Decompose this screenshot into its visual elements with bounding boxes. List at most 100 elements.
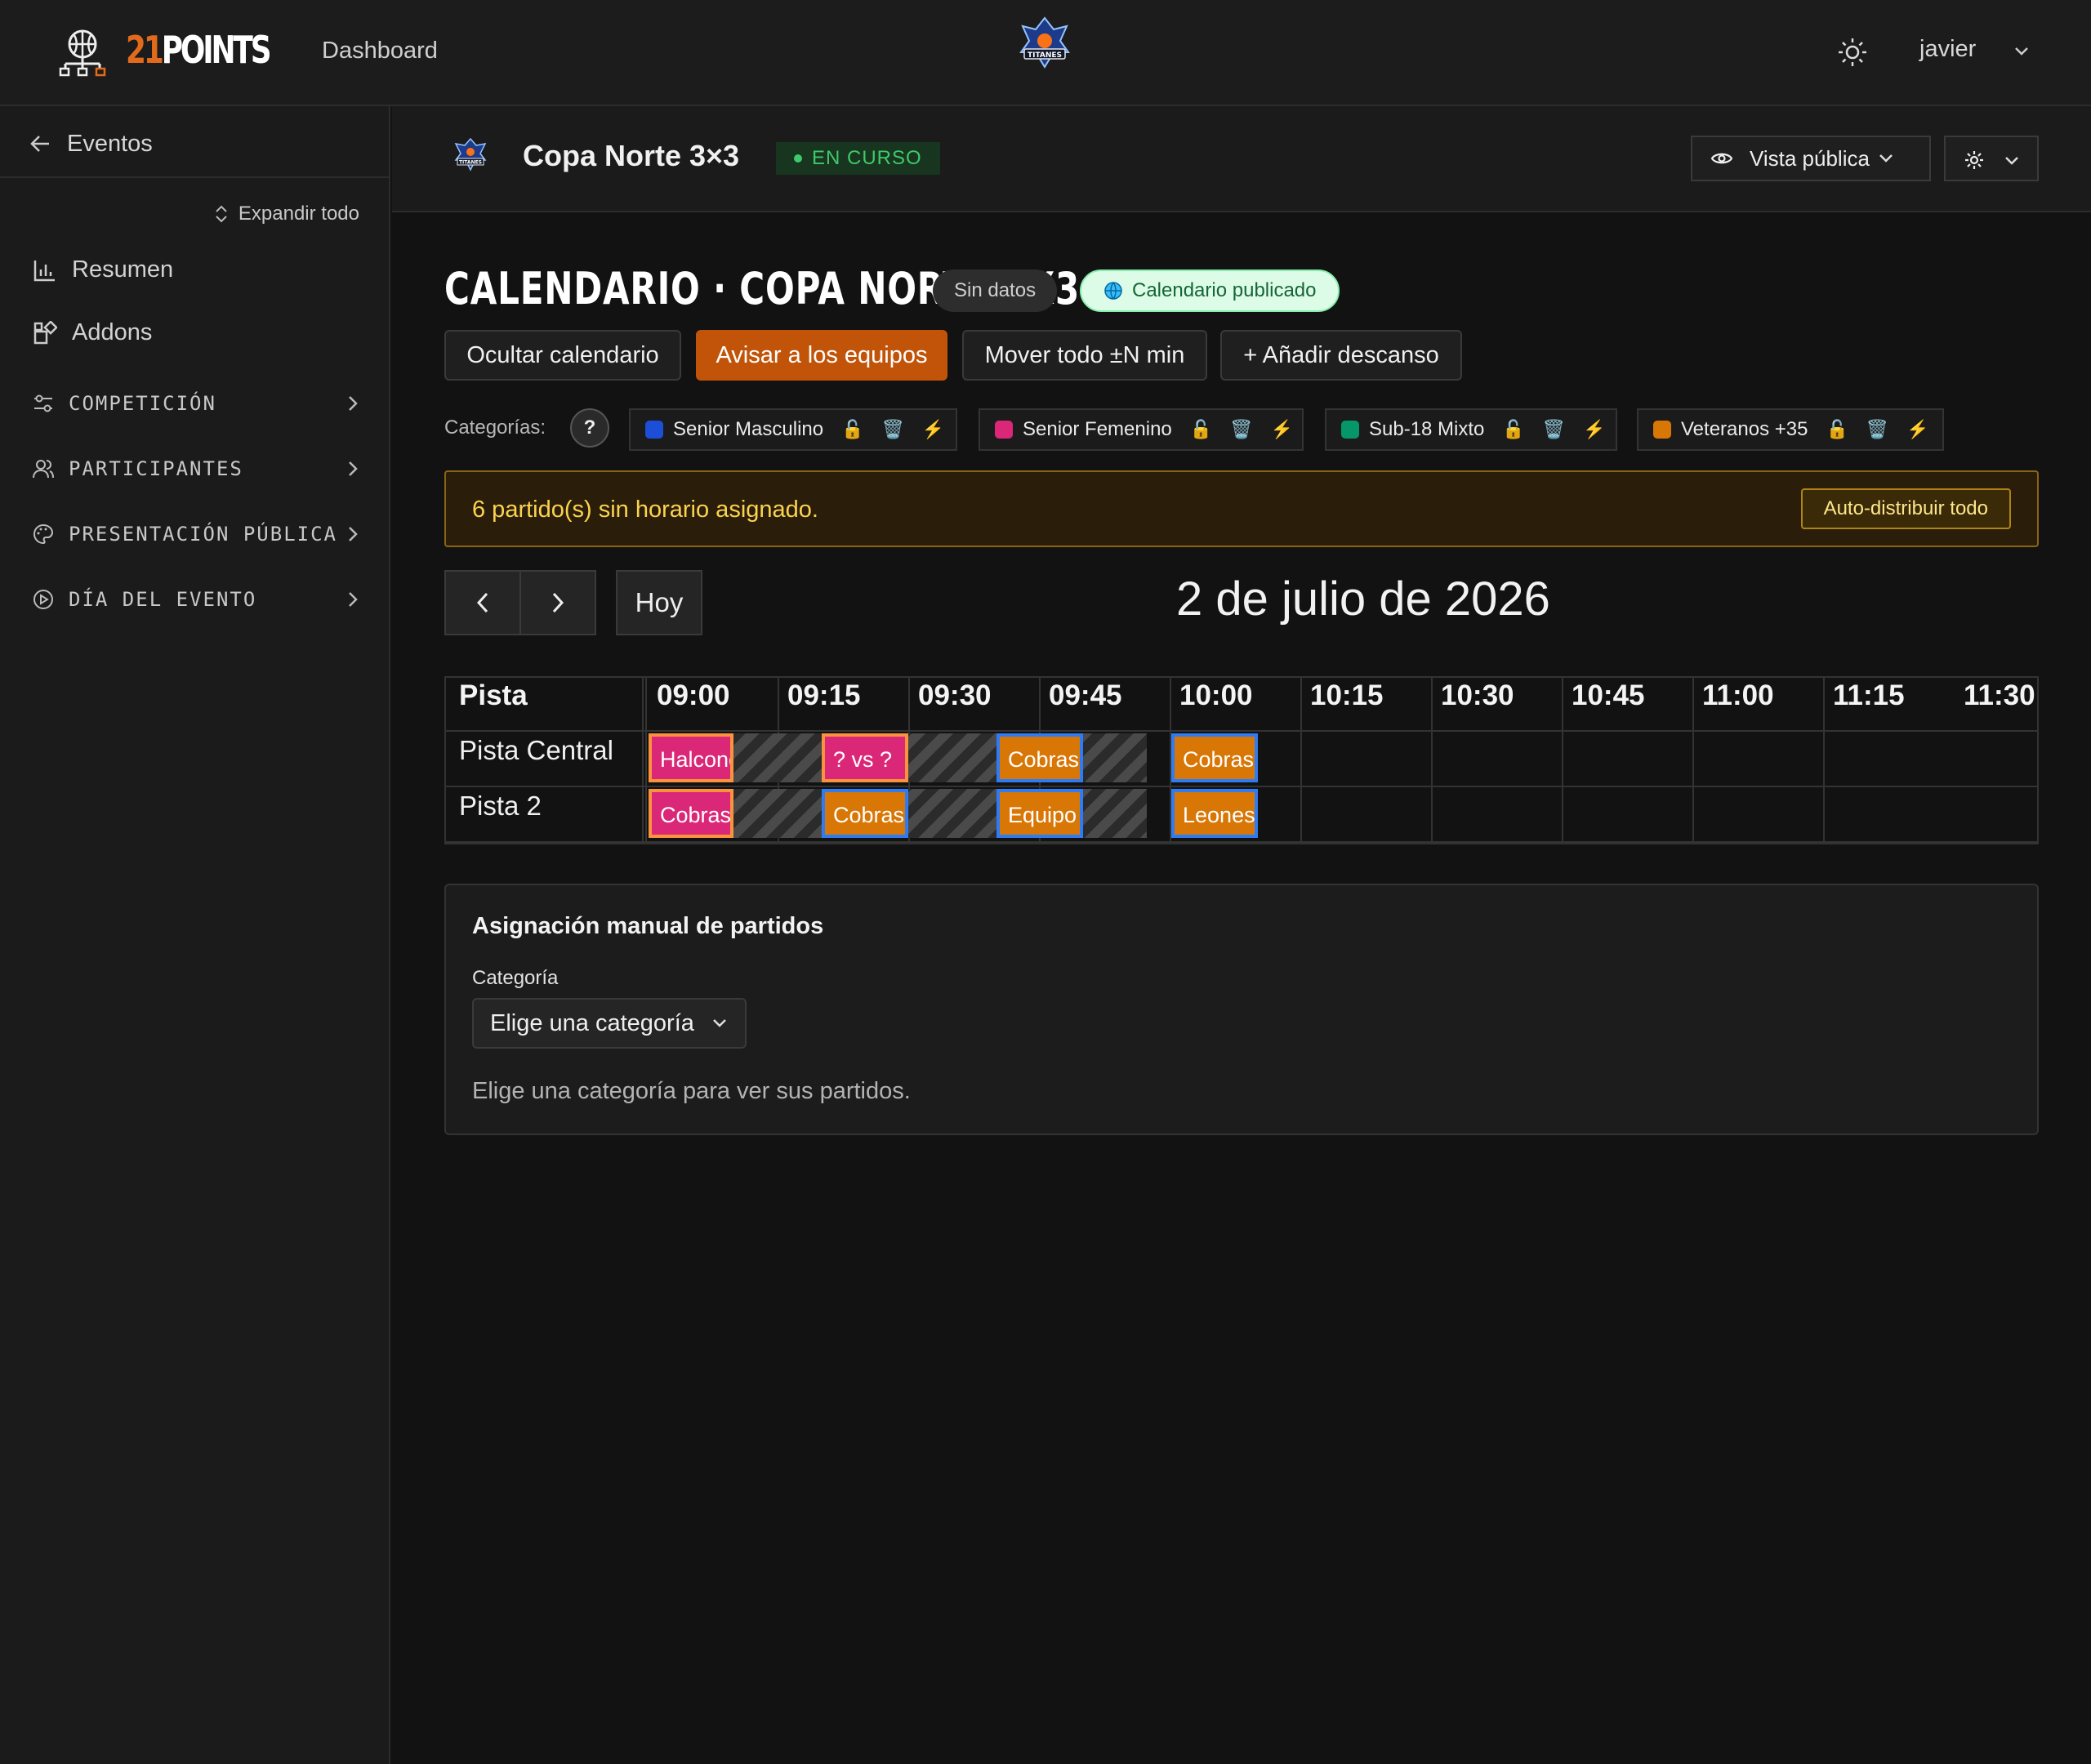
add-break-button[interactable]: + Añadir descanso xyxy=(1220,330,1462,381)
match-block[interactable]: ? vs ? xyxy=(822,733,908,782)
chevron-right-icon xyxy=(349,461,358,476)
categories-label: Categorías: xyxy=(444,416,546,439)
time-slot-header: 10:00 xyxy=(1179,679,1253,711)
time-slot-header: 11:00 xyxy=(1702,679,1774,711)
sidebar: Eventos Expandir todo Resumen Addons COM… xyxy=(0,106,390,1764)
unscheduled-warning-banner: 6 partido(s) sin horario asignado. Auto-… xyxy=(444,470,2039,547)
gear-icon xyxy=(1965,151,1983,169)
bolt-icon[interactable]: ⚡ xyxy=(1271,419,1293,440)
grid-line xyxy=(446,841,2037,843)
grid-line xyxy=(446,786,2037,787)
category-name: Sub-18 Mixto xyxy=(1369,418,1485,440)
grid-line xyxy=(642,678,644,844)
event-team-logo-icon: TITANES xyxy=(454,137,487,172)
time-slot-header: 09:30 xyxy=(918,679,992,711)
time-slot-header: 11:30 xyxy=(1964,679,2035,711)
chevron-right-icon xyxy=(349,592,358,607)
category-color-swatch xyxy=(645,421,663,439)
help-button[interactable]: ? xyxy=(570,408,609,448)
category-select[interactable]: Elige una categoría xyxy=(472,998,747,1049)
users-icon xyxy=(33,460,54,479)
public-view-button[interactable]: Vista pública xyxy=(1691,136,1931,181)
user-menu-name[interactable]: javier xyxy=(1919,36,1976,63)
time-slot-header: 10:30 xyxy=(1441,679,1514,711)
expand-all-label: Expandir todo xyxy=(238,203,359,225)
panel-title: Asignación manual de partidos xyxy=(472,913,824,939)
category-color-swatch xyxy=(1341,421,1359,439)
category-chip-senior-masculino[interactable]: Senior Masculino 🔓 🗑️ ⚡ xyxy=(629,408,957,451)
event-header: TITANES Copa Norte 3×3 EN CURSO Vista pú… xyxy=(392,106,2091,212)
unlock-icon[interactable]: 🔓 xyxy=(1826,419,1848,440)
time-slot-header: 10:45 xyxy=(1572,679,1645,711)
match-block[interactable]: Cobras xyxy=(822,789,908,838)
category-select-value: Elige una categoría xyxy=(490,1009,694,1036)
previous-day-button[interactable] xyxy=(446,572,519,634)
chevron-down-icon xyxy=(1879,154,1893,163)
time-slot-header: 09:15 xyxy=(787,679,861,711)
category-color-swatch xyxy=(995,421,1013,439)
top-navbar: 21POINTS Dashboard TITANES javier xyxy=(0,0,2091,106)
auto-distribute-button[interactable]: Auto-distribuir todo xyxy=(1800,488,2011,529)
category-chip-sub18-mixto[interactable]: Sub-18 Mixto 🔓 🗑️ ⚡ xyxy=(1325,408,1617,451)
date-nav-group xyxy=(444,570,596,635)
nav-dashboard-link[interactable]: Dashboard xyxy=(322,38,438,65)
sidebar-group-label: PRESENTACIÓN PÚBLICA xyxy=(69,523,337,546)
back-to-events-link[interactable]: Eventos xyxy=(29,127,153,160)
category-name: Veteranos +35 xyxy=(1681,418,1808,440)
notify-teams-button[interactable]: Avisar a los equipos xyxy=(696,330,947,381)
settings-menu-button[interactable] xyxy=(1944,136,2039,181)
expand-all-button[interactable]: Expandir todo xyxy=(214,203,359,225)
brand-logo-text[interactable]: 21POINTS xyxy=(126,28,272,72)
status-label: EN CURSO xyxy=(812,147,922,169)
trash-icon[interactable]: 🗑️ xyxy=(1543,419,1565,440)
category-field-label: Categoría xyxy=(472,967,559,989)
category-chip-senior-femenino[interactable]: Senior Femenino 🔓 🗑️ ⚡ xyxy=(979,408,1304,451)
chevron-down-icon[interactable] xyxy=(2014,46,2029,57)
sun-icon[interactable] xyxy=(1836,36,1869,69)
trash-icon[interactable]: 🗑️ xyxy=(1866,419,1888,440)
time-slot-header: 09:45 xyxy=(1049,679,1122,711)
court-row-label: Pista 2 xyxy=(459,791,542,821)
match-block[interactable]: Cobras xyxy=(996,733,1083,782)
play-circle-icon xyxy=(33,590,53,609)
match-block[interactable]: Cobras xyxy=(1171,733,1258,782)
next-day-button[interactable] xyxy=(519,572,595,634)
sidebar-group-participantes[interactable]: PARTICIPANTES xyxy=(33,457,359,480)
sidebar-item-addons[interactable]: Addons xyxy=(33,319,152,346)
trash-icon[interactable]: 🗑️ xyxy=(882,419,904,440)
sidebar-group-label: DÍA DEL EVENTO xyxy=(69,588,257,611)
eye-icon xyxy=(1710,153,1733,164)
hide-calendar-button[interactable]: Ocultar calendario xyxy=(444,330,681,381)
titanes-team-badge-icon: TITANES xyxy=(1019,16,1070,69)
chevron-down-icon xyxy=(2005,157,2018,165)
unlock-icon[interactable]: 🔓 xyxy=(841,419,863,440)
sidebar-group-dia-del-evento[interactable]: DÍA DEL EVENTO xyxy=(33,588,359,611)
unlock-icon[interactable]: 🔓 xyxy=(1190,419,1212,440)
empty-state-hint: Elige una categoría para ver sus partido… xyxy=(472,1078,911,1104)
match-block[interactable]: Cobras xyxy=(649,789,733,838)
match-block[interactable]: Equipo xyxy=(996,789,1083,838)
sidebar-item-resumen[interactable]: Resumen xyxy=(33,256,173,283)
basketball-bracket-logo-icon[interactable] xyxy=(57,28,108,78)
sliders-icon xyxy=(34,394,52,412)
brand-logo-number: 21 xyxy=(126,28,164,72)
chevron-down-icon xyxy=(713,1019,726,1027)
back-label: Eventos xyxy=(67,130,153,157)
bolt-icon[interactable]: ⚡ xyxy=(1906,419,1928,440)
sidebar-group-presentacion-publica[interactable]: PRESENTACIÓN PÚBLICA xyxy=(33,523,359,546)
chevron-right-icon xyxy=(552,592,564,613)
match-block[interactable]: Halcones xyxy=(649,733,733,782)
today-button[interactable]: Hoy xyxy=(616,570,702,635)
bolt-icon[interactable]: ⚡ xyxy=(1583,419,1605,440)
published-badge: Calendario publicado xyxy=(1080,270,1340,312)
sidebar-group-competicion[interactable]: COMPETICIÓN xyxy=(33,392,359,415)
shift-all-button[interactable]: Mover todo ±N min xyxy=(962,330,1207,381)
category-name: Senior Femenino xyxy=(1023,418,1172,440)
chevrons-up-down-icon xyxy=(216,205,227,223)
match-block[interactable]: Leones xyxy=(1171,789,1258,838)
unlock-icon[interactable]: 🔓 xyxy=(1502,419,1524,440)
bolt-icon[interactable]: ⚡ xyxy=(922,419,944,440)
status-dot xyxy=(794,154,802,163)
trash-icon[interactable]: 🗑️ xyxy=(1230,419,1252,440)
category-chip-veteranos-35[interactable]: Veteranos +35 🔓 🗑️ ⚡ xyxy=(1637,408,1944,451)
